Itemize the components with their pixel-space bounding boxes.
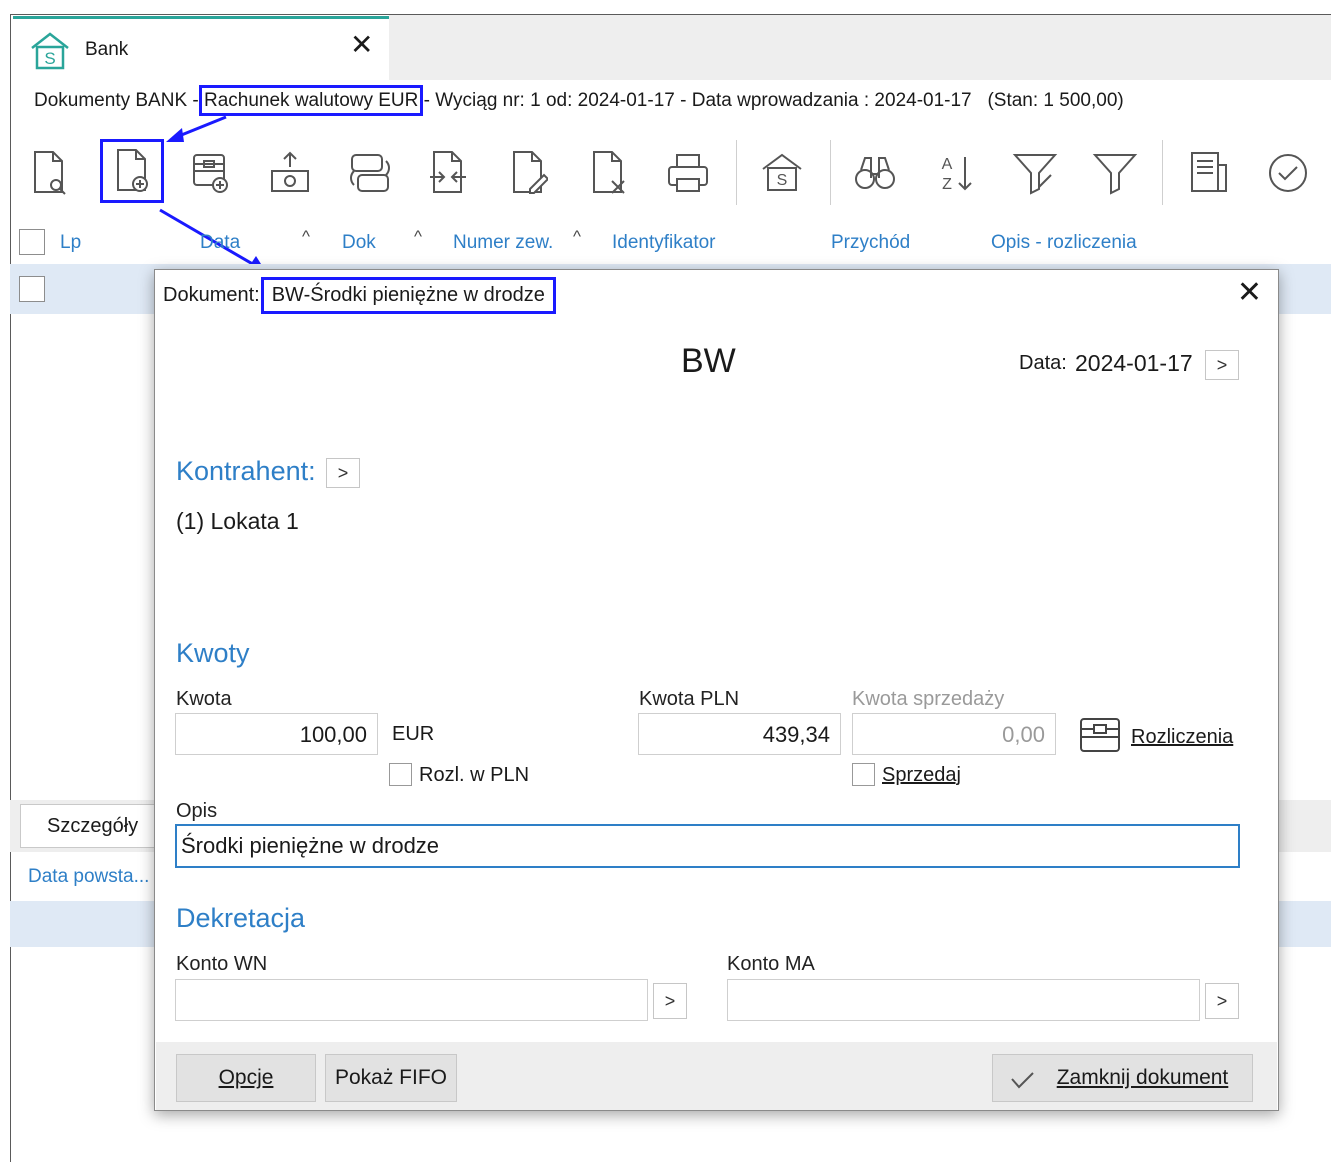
dialog-title-label: Dokument: xyxy=(163,284,260,306)
dekretacja-section-title: Dekretacja xyxy=(176,903,306,933)
currency-label: EUR xyxy=(392,723,435,745)
konto-wn-input[interactable] xyxy=(175,979,648,1021)
kwota-pln-label: Kwota PLN xyxy=(639,688,740,710)
dialog-title-value: BW-Środki pieniężne w drodze xyxy=(260,277,556,314)
kwota-pln-input[interactable]: 439,34 xyxy=(638,713,841,755)
kontrahent-select-button[interactable]: > xyxy=(326,458,360,488)
rozliczenia-link[interactable]: Rozliczenia xyxy=(1131,726,1233,749)
konto-ma-input[interactable] xyxy=(727,979,1200,1021)
grid-header: Lp Data ^ Dok ^ Numer zew. ^ Identyfikat… xyxy=(10,222,1331,262)
opis-input[interactable]: Środki pieniężne w drodze xyxy=(175,824,1240,868)
column-numer-zew[interactable]: Numer zew. xyxy=(453,232,553,254)
column-identyfikator[interactable]: Identyfikator xyxy=(612,232,716,254)
row-checkbox[interactable] xyxy=(19,276,45,302)
kontrahent-value: (1) Lokata 1 xyxy=(176,508,299,534)
kontrahent-label: Kontrahent: xyxy=(176,456,316,486)
column-data[interactable]: Data xyxy=(200,232,240,254)
kwota-input[interactable]: 100,00 xyxy=(175,713,378,755)
sort-caret-icon: ^ xyxy=(573,227,581,246)
zamknij-dokument-label: Zamknij dokument xyxy=(1056,1066,1229,1089)
sprzedaj-checkbox[interactable] xyxy=(852,763,875,786)
kwota-sprzedazy-label: Kwota sprzedaży xyxy=(852,688,1005,710)
document-dialog: Dokument: BW-Środki pieniężne w drodze ✕ … xyxy=(154,269,1279,1111)
rozl-pln-label: Rozl. w PLN xyxy=(419,764,530,786)
kwota-label: Kwota xyxy=(176,688,232,710)
checkmark-icon xyxy=(1009,1055,1035,1118)
pokaz-fifo-button[interactable]: Pokaż FIFO xyxy=(325,1054,457,1102)
sort-caret-icon: ^ xyxy=(302,227,310,246)
date-value[interactable]: 2024-01-17 xyxy=(1075,350,1193,377)
dialog-footer: Opcje Pokaż FIFO Zamknij dokument xyxy=(156,1042,1277,1110)
select-all-checkbox[interactable] xyxy=(19,229,45,255)
opis-label: Opis xyxy=(176,800,218,822)
document-code: BW xyxy=(681,342,736,380)
cashbox-icon[interactable] xyxy=(1078,713,1122,762)
column-lp[interactable]: Lp xyxy=(60,232,81,254)
tab-szczegoly[interactable]: Szczegóły xyxy=(20,804,155,848)
sort-caret-icon: ^ xyxy=(414,227,422,246)
dialog-title: Dokument: BW-Środki pieniężne w drodze xyxy=(163,277,556,314)
column-opis-rozliczenia[interactable]: Opis - rozliczenia xyxy=(991,232,1137,254)
date-label: Data: xyxy=(1019,352,1067,374)
rozl-pln-checkbox[interactable] xyxy=(389,763,412,786)
sprzedaj-label: Sprzedaj xyxy=(882,764,961,786)
kwota-sprzedazy-input[interactable]: 0,00 xyxy=(852,713,1056,755)
kwoty-section-title: Kwoty xyxy=(176,638,250,668)
konto-wn-select-button[interactable]: > xyxy=(653,983,687,1019)
konto-ma-select-button[interactable]: > xyxy=(1205,983,1239,1019)
opcje-button[interactable]: Opcje xyxy=(176,1054,316,1102)
konto-ma-label: Konto MA xyxy=(727,953,815,975)
column-dok[interactable]: Dok xyxy=(342,232,376,254)
close-icon[interactable]: ✕ xyxy=(1237,278,1262,308)
data-powstania-label: Data powsta... xyxy=(28,866,150,887)
date-picker-button[interactable]: > xyxy=(1205,350,1239,380)
column-przychod[interactable]: Przychód xyxy=(831,232,910,254)
zamknij-dokument-button[interactable]: Zamknij dokument xyxy=(992,1054,1253,1102)
konto-wn-label: Konto WN xyxy=(176,953,268,975)
